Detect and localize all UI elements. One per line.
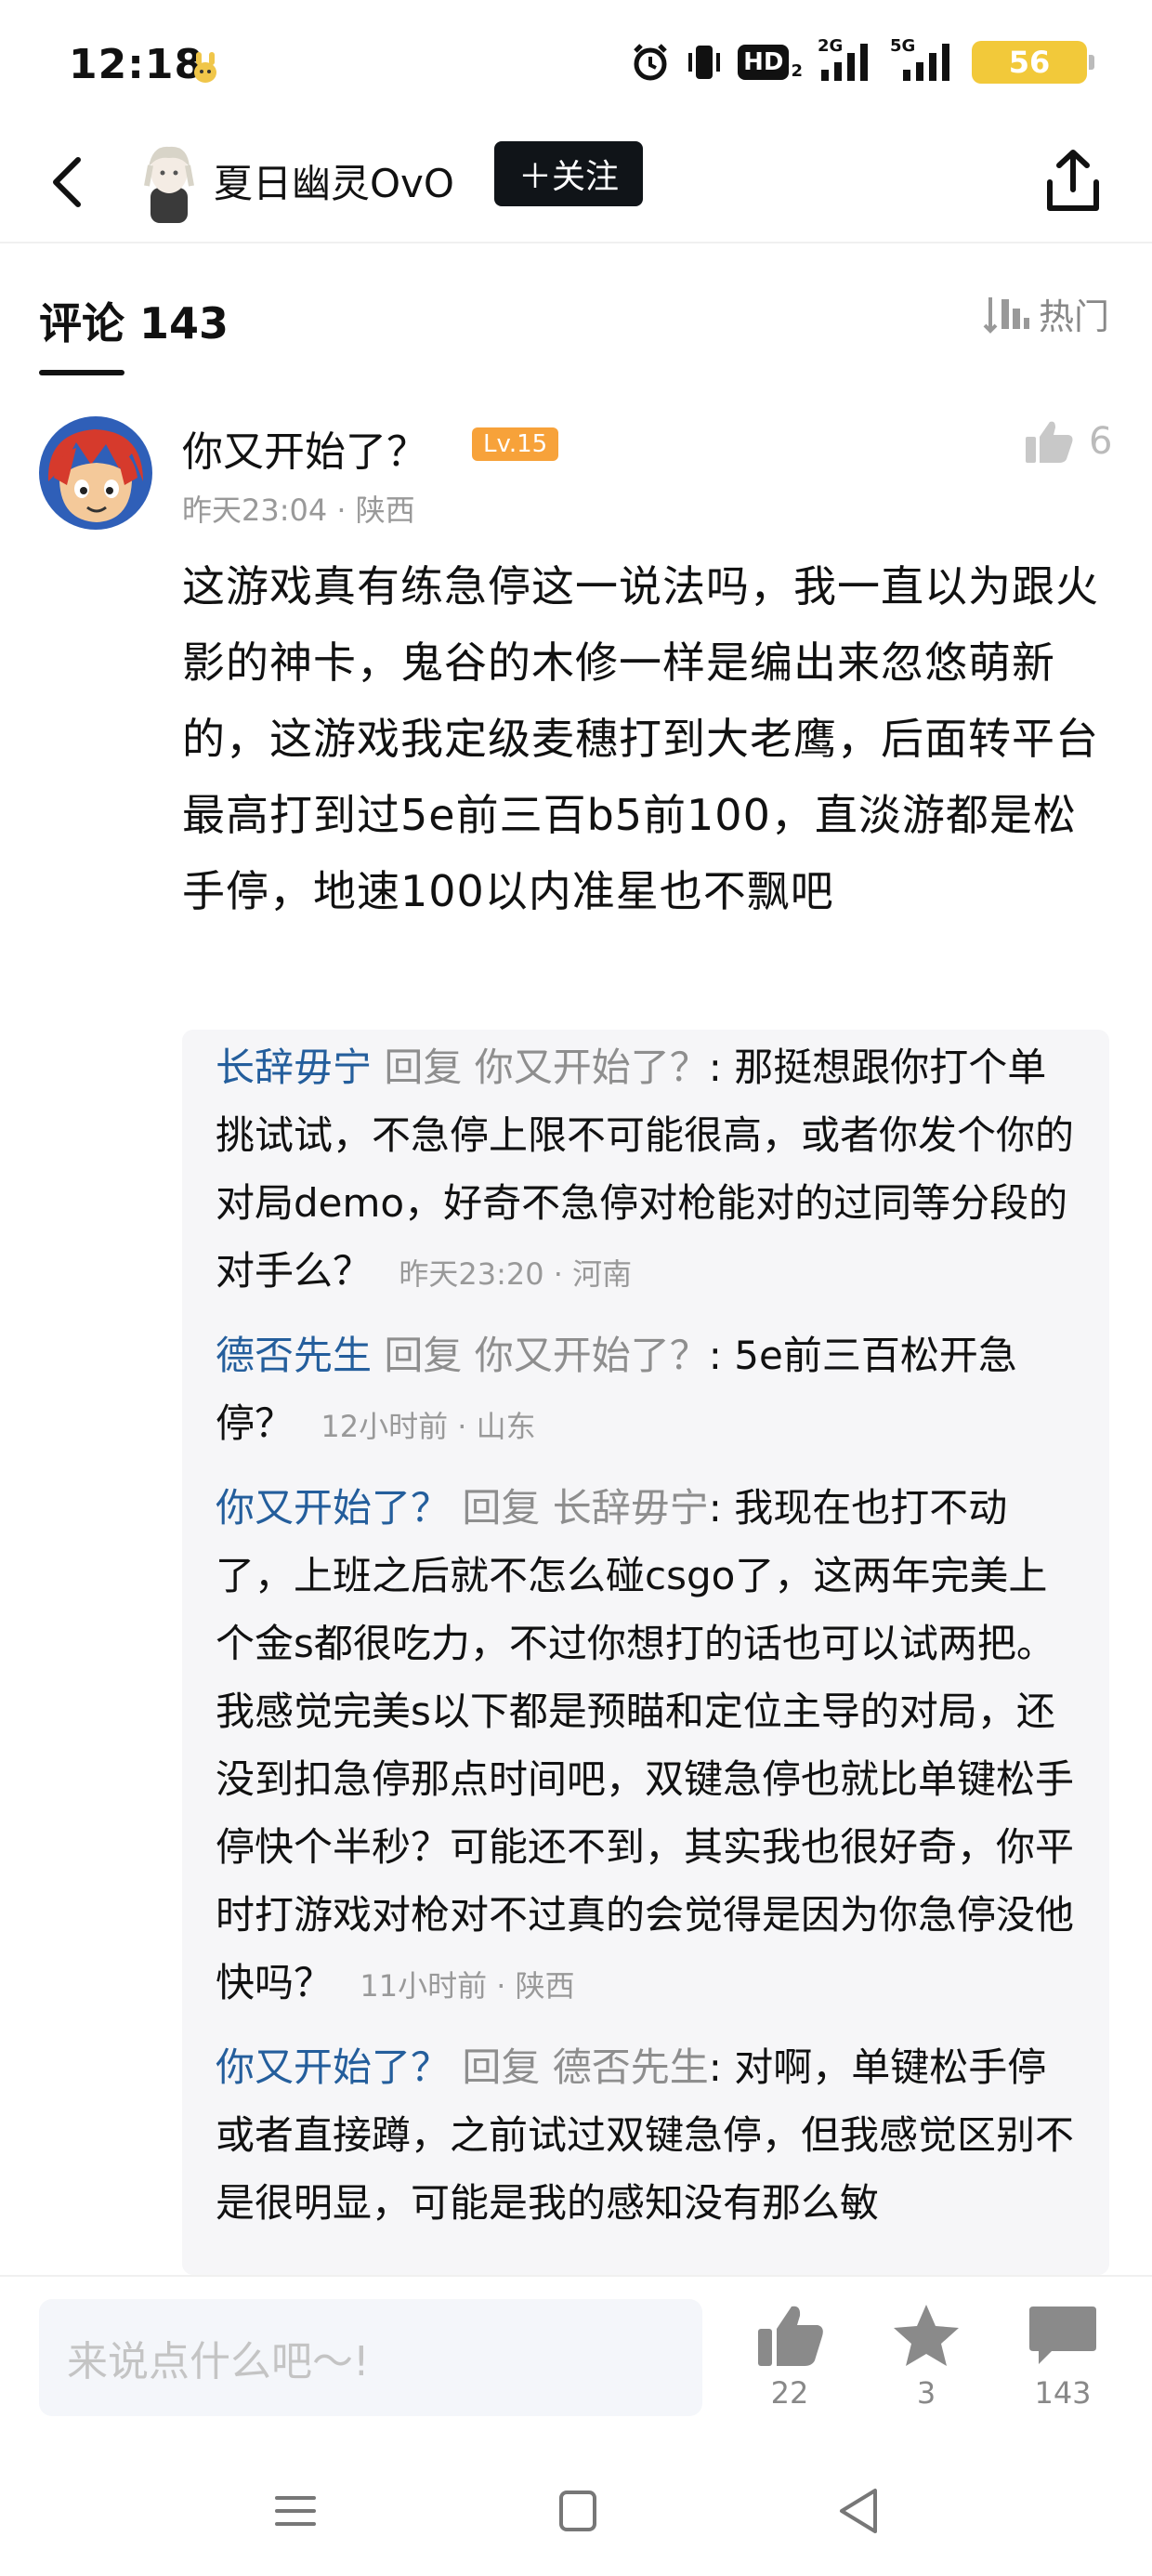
reply-target[interactable]: 你又开始了？ — [475, 1045, 709, 1090]
reply-item[interactable]: 你又开始了？ 回复 德否先生: 对啊，单键松手停或者直接蹲，之前试过双键急停，但… — [182, 2033, 1109, 2241]
reply-verb: 回复 — [384, 1045, 463, 1090]
comments-tab-bar: 评论 143 热门 — [0, 243, 1152, 375]
sort-label: 热门 — [1038, 296, 1109, 337]
comment-button[interactable]: 143 — [1016, 2303, 1109, 2411]
reply-time: 11小时前 · 陕西 — [360, 1968, 575, 2004]
sort-button[interactable]: 热门 — [981, 288, 1109, 339]
alarm-icon — [634, 44, 667, 81]
comment-body: 这游戏真有练急停这一说法吗，我一直以为跟火影的神卡，鬼谷的木修一样是编出来忽悠萌… — [182, 561, 1099, 916]
comment-like-count: 6 — [1089, 420, 1113, 463]
level-badge: Lv.15 — [472, 427, 559, 461]
thumbs-up-icon — [758, 2306, 823, 2366]
hd-icon: HD 2 — [738, 42, 803, 83]
reply-time: 昨天23:20 · 河南 — [399, 1256, 633, 1292]
reply-author[interactable]: 你又开始了？ — [216, 2044, 450, 2090]
favorite-count: 3 — [916, 2375, 936, 2411]
reply-verb: 回复 — [384, 1333, 463, 1378]
user-avatar[interactable] — [134, 139, 204, 223]
reply-item[interactable]: 你又开始了？ 回复 长辞毋宁: 我现在也打不动了，上班之后就不怎么碰csgo了，… — [182, 1474, 1109, 2020]
hd-sub: 2 — [791, 60, 803, 81]
signal-5g-icon: 5G — [890, 36, 957, 83]
net2-label: 5G — [890, 36, 916, 56]
commenter-name[interactable]: 你又开始了？ — [182, 418, 427, 478]
favorite-button[interactable]: 3 — [880, 2303, 973, 2411]
vibrate-icon — [688, 46, 721, 79]
like-button[interactable]: 22 — [743, 2303, 836, 2411]
thumbs-up-icon — [1026, 421, 1073, 463]
system-nav-bar — [0, 2442, 1152, 2576]
hd-label: HD — [738, 45, 790, 80]
net1-label: 2G — [818, 36, 844, 56]
star-icon — [894, 2305, 959, 2366]
comment-icon — [1029, 2307, 1096, 2364]
reply-author[interactable]: 长辞毋宁 — [216, 1045, 372, 1090]
reply-target[interactable]: 你又开始了？ — [475, 1333, 709, 1378]
post-header: 夏日幽灵OvO ＋关注 — [0, 130, 1152, 243]
comment-count: 143 — [1034, 2375, 1092, 2411]
reply-author[interactable]: 德否先生 — [216, 1333, 372, 1378]
comment-input[interactable]: 来说点什么吧～! — [39, 2299, 702, 2416]
follow-button[interactable]: ＋关注 — [494, 141, 643, 206]
sort-icon — [983, 296, 1029, 334]
reply-target[interactable]: 长辞毋宁 — [553, 1485, 709, 1531]
back-arrow-icon[interactable] — [41, 145, 93, 219]
reply-time: 12小时前 · 山东 — [321, 1409, 536, 1444]
status-bar: 12:18 HD 2 2G 5G 56 — [0, 0, 1152, 130]
back-nav-icon[interactable] — [832, 2485, 888, 2537]
reply-list: 长辞毋宁 回复 你又开始了？: 那挺想跟你打个单挑试试，不急停上限不可能很高，或… — [182, 1030, 1109, 2275]
comments-title[interactable]: 评论 143 — [39, 290, 229, 351]
reply-item[interactable]: 长辞毋宁 回复 你又开始了？: 那挺想跟你打个单挑试试，不急停上限不可能很高，或… — [182, 1030, 1109, 1308]
reply-text: : 我现在也打不动了，上班之后就不怎么碰csgo了，这两年完美上个金s都很吃力，… — [216, 1485, 1075, 2005]
reply-author[interactable]: 你又开始了？ — [216, 1485, 450, 1531]
signal-2g-icon: 2G — [818, 36, 875, 83]
status-time: 12:18 — [69, 41, 204, 88]
battery-indicator: 56 — [972, 41, 1094, 84]
username[interactable]: 夏日幽灵OvO — [214, 152, 454, 209]
pet-notification-icon — [194, 52, 216, 83]
comment-like-button[interactable]: 6 — [1024, 418, 1112, 465]
home-nav-icon[interactable] — [550, 2485, 606, 2537]
bottom-action-bar: 来说点什么吧～! 22 3 143 — [0, 2275, 1152, 2442]
commenter-avatar[interactable] — [39, 416, 152, 530]
tab-underline — [39, 370, 124, 375]
reply-verb: 回复 — [462, 1485, 541, 1531]
reply-target[interactable]: 德否先生 — [553, 2044, 709, 2090]
reply-item[interactable]: 德否先生 回复 你又开始了？: 5e前三百松开急停？ 12小时前 · 山东 — [182, 1321, 1109, 1461]
comment-meta: 昨天23:04 · 陕西 — [182, 493, 415, 528]
reply-verb: 回复 — [462, 2044, 541, 2090]
share-icon[interactable] — [1042, 145, 1104, 216]
menu-nav-icon[interactable] — [268, 2485, 323, 2537]
like-count: 22 — [770, 2375, 809, 2411]
